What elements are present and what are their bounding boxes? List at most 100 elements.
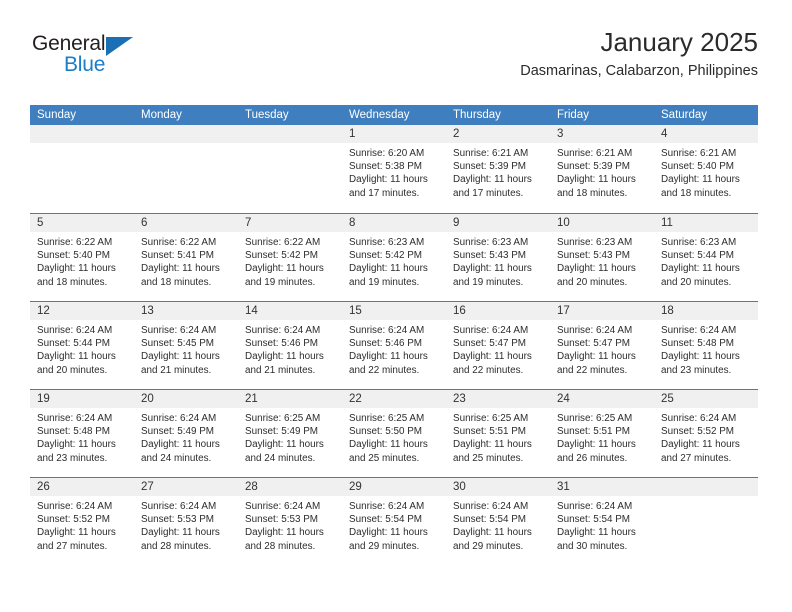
- weekday-header-friday: Friday: [557, 109, 589, 121]
- day-number: 16: [446, 302, 550, 320]
- day-number: 22: [342, 390, 446, 408]
- day-number: 18: [654, 302, 758, 320]
- day-number: 7: [238, 214, 342, 232]
- calendar-day-cell[interactable]: 11 Sunrise: 6:23 AM Sunset: 5:44 PM Dayligh…: [654, 214, 758, 301]
- calendar-week-row: 26 Sunrise: 6:24 AM Sunset: 5:52 PM Dayligh…: [30, 477, 758, 565]
- daylight-text-line2: and 25 minutes.: [349, 452, 420, 464]
- day-number: 20: [134, 390, 238, 408]
- calendar-day-cell[interactable]: 5 Sunrise: 6:22 AM Sunset: 5:40 PM Daylight…: [30, 214, 134, 301]
- day-sun-info: Sunrise: 6:25 AM Sunset: 5:50 PM Daylight:…: [342, 408, 446, 465]
- calendar-day-cell[interactable]: 3 Sunrise: 6:21 AM Sunset: 5:39 PM Daylight…: [550, 125, 654, 213]
- calendar-day-cell[interactable]: 2 Sunrise: 6:21 AM Sunset: 5:39 PM Daylight…: [446, 125, 550, 213]
- sunrise-text: Sunrise: 6:24 AM: [245, 325, 321, 336]
- calendar-day-cell[interactable]: 27 Sunrise: 6:24 AM Sunset: 5:53 PM Dayligh…: [134, 478, 238, 565]
- calendar-day-cell[interactable]: 16 Sunrise: 6:24 AM Sunset: 5:47 PM Dayligh…: [446, 302, 550, 389]
- daylight-text-line1: Daylight: 11 hours: [141, 263, 220, 275]
- calendar-day-cell[interactable]: 9 Sunrise: 6:23 AM Sunset: 5:43 PM Daylight…: [446, 214, 550, 301]
- daylight-text-line2: and 20 minutes.: [661, 276, 732, 288]
- calendar-day-cell[interactable]: 6 Sunrise: 6:22 AM Sunset: 5:41 PM Daylight…: [134, 214, 238, 301]
- logo-text-blue: Blue: [64, 53, 106, 76]
- calendar-day-cell[interactable]: 1 Sunrise: 6:20 AM Sunset: 5:38 PM Daylight…: [342, 125, 446, 213]
- calendar-day-cell[interactable]: 20 Sunrise: 6:24 AM Sunset: 5:49 PM Dayligh…: [134, 390, 238, 477]
- calendar-day-cell[interactable]: 26 Sunrise: 6:24 AM Sunset: 5:52 PM Dayligh…: [30, 478, 134, 565]
- calendar-day-cell[interactable]: 19 Sunrise: 6:24 AM Sunset: 5:48 PM Dayligh…: [30, 390, 134, 477]
- day-sun-info: Sunrise: 6:24 AM Sunset: 5:54 PM Daylight:…: [342, 496, 446, 553]
- day-number: 27: [134, 478, 238, 496]
- calendar-day-cell[interactable]: 7 Sunrise: 6:22 AM Sunset: 5:42 PM Daylight…: [238, 214, 342, 301]
- calendar-day-cell[interactable]: 13 Sunrise: 6:24 AM Sunset: 5:45 PM Dayligh…: [134, 302, 238, 389]
- daylight-text-line2: and 24 minutes.: [141, 452, 212, 464]
- daylight-text-line2: and 21 minutes.: [245, 364, 316, 376]
- calendar-day-cell[interactable]: 12 Sunrise: 6:24 AM Sunset: 5:44 PM Dayligh…: [30, 302, 134, 389]
- sunset-text: Sunset: 5:42 PM: [349, 250, 423, 262]
- daylight-text-line2: and 29 minutes.: [349, 540, 420, 552]
- sunrise-text: Sunrise: 6:23 AM: [557, 237, 633, 248]
- daylight-text-line1: Daylight: 11 hours: [349, 263, 428, 275]
- calendar-day-cell[interactable]: 21 Sunrise: 6:25 AM Sunset: 5:49 PM Dayligh…: [238, 390, 342, 477]
- day-sun-info: Sunrise: 6:24 AM Sunset: 5:48 PM Daylight:…: [30, 408, 134, 465]
- daylight-text-line2: and 17 minutes.: [453, 187, 524, 199]
- calendar-grid: Sunday Monday Tuesday Wednesday Thursday…: [30, 105, 758, 565]
- day-number: 12: [30, 302, 134, 320]
- calendar-day-cell[interactable]: 29 Sunrise: 6:24 AM Sunset: 5:54 PM Dayligh…: [342, 478, 446, 565]
- daylight-text-line1: Daylight: 11 hours: [453, 351, 532, 363]
- calendar-day-cell[interactable]: 22 Sunrise: 6:25 AM Sunset: 5:50 PM Dayligh…: [342, 390, 446, 477]
- sunset-text: Sunset: 5:51 PM: [453, 426, 527, 438]
- daylight-text-line1: Daylight: 11 hours: [37, 439, 116, 451]
- day-number: 21: [238, 390, 342, 408]
- weekday-header-saturday: Saturday: [661, 109, 708, 121]
- logo-triangle-icon: [106, 37, 133, 56]
- sunset-text: Sunset: 5:52 PM: [661, 426, 735, 438]
- day-number: 25: [654, 390, 758, 408]
- daylight-text-line2: and 25 minutes.: [453, 452, 524, 464]
- calendar-day-cell[interactable]: 10 Sunrise: 6:23 AM Sunset: 5:43 PM Dayligh…: [550, 214, 654, 301]
- day-number: [30, 125, 134, 143]
- daylight-text-line1: Daylight: 11 hours: [661, 263, 740, 275]
- sunrise-text: Sunrise: 6:24 AM: [349, 325, 425, 336]
- calendar-day-cell[interactable]: 24 Sunrise: 6:25 AM Sunset: 5:51 PM Dayligh…: [550, 390, 654, 477]
- day-number: 9: [446, 214, 550, 232]
- day-sun-info: Sunrise: 6:24 AM Sunset: 5:47 PM Daylight:…: [446, 320, 550, 377]
- calendar-day-cell[interactable]: 30 Sunrise: 6:24 AM Sunset: 5:54 PM Dayligh…: [446, 478, 550, 565]
- day-number: 26: [30, 478, 134, 496]
- calendar-day-cell[interactable]: 18 Sunrise: 6:24 AM Sunset: 5:48 PM Dayligh…: [654, 302, 758, 389]
- daylight-text-line2: and 19 minutes.: [349, 276, 420, 288]
- calendar-day-cell[interactable]: 8 Sunrise: 6:23 AM Sunset: 5:42 PM Daylight…: [342, 214, 446, 301]
- day-sun-info: Sunrise: 6:24 AM Sunset: 5:47 PM Daylight:…: [550, 320, 654, 377]
- sunrise-text: Sunrise: 6:24 AM: [141, 325, 217, 336]
- sunset-text: Sunset: 5:38 PM: [349, 161, 423, 173]
- sunset-text: Sunset: 5:54 PM: [349, 514, 423, 526]
- calendar-day-cell[interactable]: 4 Sunrise: 6:21 AM Sunset: 5:40 PM Daylight…: [654, 125, 758, 213]
- calendar-day-cell[interactable]: 25 Sunrise: 6:24 AM Sunset: 5:52 PM Dayligh…: [654, 390, 758, 477]
- sunrise-text: Sunrise: 6:24 AM: [557, 501, 633, 512]
- day-number: 4: [654, 125, 758, 143]
- calendar-day-cell[interactable]: 15 Sunrise: 6:24 AM Sunset: 5:46 PM Dayligh…: [342, 302, 446, 389]
- calendar-day-cell-empty: [134, 125, 238, 213]
- sunrise-text: Sunrise: 6:21 AM: [453, 148, 529, 159]
- daylight-text-line1: Daylight: 11 hours: [37, 263, 116, 275]
- sunrise-text: Sunrise: 6:24 AM: [557, 325, 633, 336]
- calendar-day-cell[interactable]: 14 Sunrise: 6:24 AM Sunset: 5:46 PM Dayligh…: [238, 302, 342, 389]
- calendar-day-cell[interactable]: 28 Sunrise: 6:24 AM Sunset: 5:53 PM Dayligh…: [238, 478, 342, 565]
- calendar-week-row: 12 Sunrise: 6:24 AM Sunset: 5:44 PM Dayligh…: [30, 301, 758, 389]
- day-sun-info: Sunrise: 6:24 AM Sunset: 5:46 PM Daylight:…: [342, 320, 446, 377]
- calendar-day-cell[interactable]: 17 Sunrise: 6:24 AM Sunset: 5:47 PM Dayligh…: [550, 302, 654, 389]
- day-sun-info: Sunrise: 6:22 AM Sunset: 5:40 PM Daylight:…: [30, 232, 134, 289]
- day-sun-info: Sunrise: 6:24 AM Sunset: 5:54 PM Daylight:…: [550, 496, 654, 553]
- calendar-day-cell-empty: [30, 125, 134, 213]
- sunrise-text: Sunrise: 6:24 AM: [37, 325, 113, 336]
- calendar-day-cell[interactable]: 23 Sunrise: 6:25 AM Sunset: 5:51 PM Dayligh…: [446, 390, 550, 477]
- day-sun-info: Sunrise: 6:21 AM Sunset: 5:40 PM Daylight:…: [654, 143, 758, 200]
- page-title: January 2025: [600, 27, 758, 57]
- day-number: 24: [550, 390, 654, 408]
- day-sun-info: Sunrise: 6:24 AM Sunset: 5:48 PM Daylight:…: [654, 320, 758, 377]
- sunset-text: Sunset: 5:41 PM: [141, 250, 215, 262]
- daylight-text-line2: and 23 minutes.: [37, 452, 108, 464]
- daylight-text-line2: and 27 minutes.: [661, 452, 732, 464]
- general-blue-logo: General Blue: [30, 32, 220, 92]
- sunrise-text: Sunrise: 6:22 AM: [37, 237, 113, 248]
- calendar-day-cell[interactable]: 31 Sunrise: 6:24 AM Sunset: 5:54 PM Dayligh…: [550, 478, 654, 565]
- day-sun-info: Sunrise: 6:25 AM Sunset: 5:51 PM Daylight:…: [550, 408, 654, 465]
- page-header: General Blue January 2025 Dasmarinas, Ca…: [30, 26, 758, 98]
- sunset-text: Sunset: 5:42 PM: [245, 250, 319, 262]
